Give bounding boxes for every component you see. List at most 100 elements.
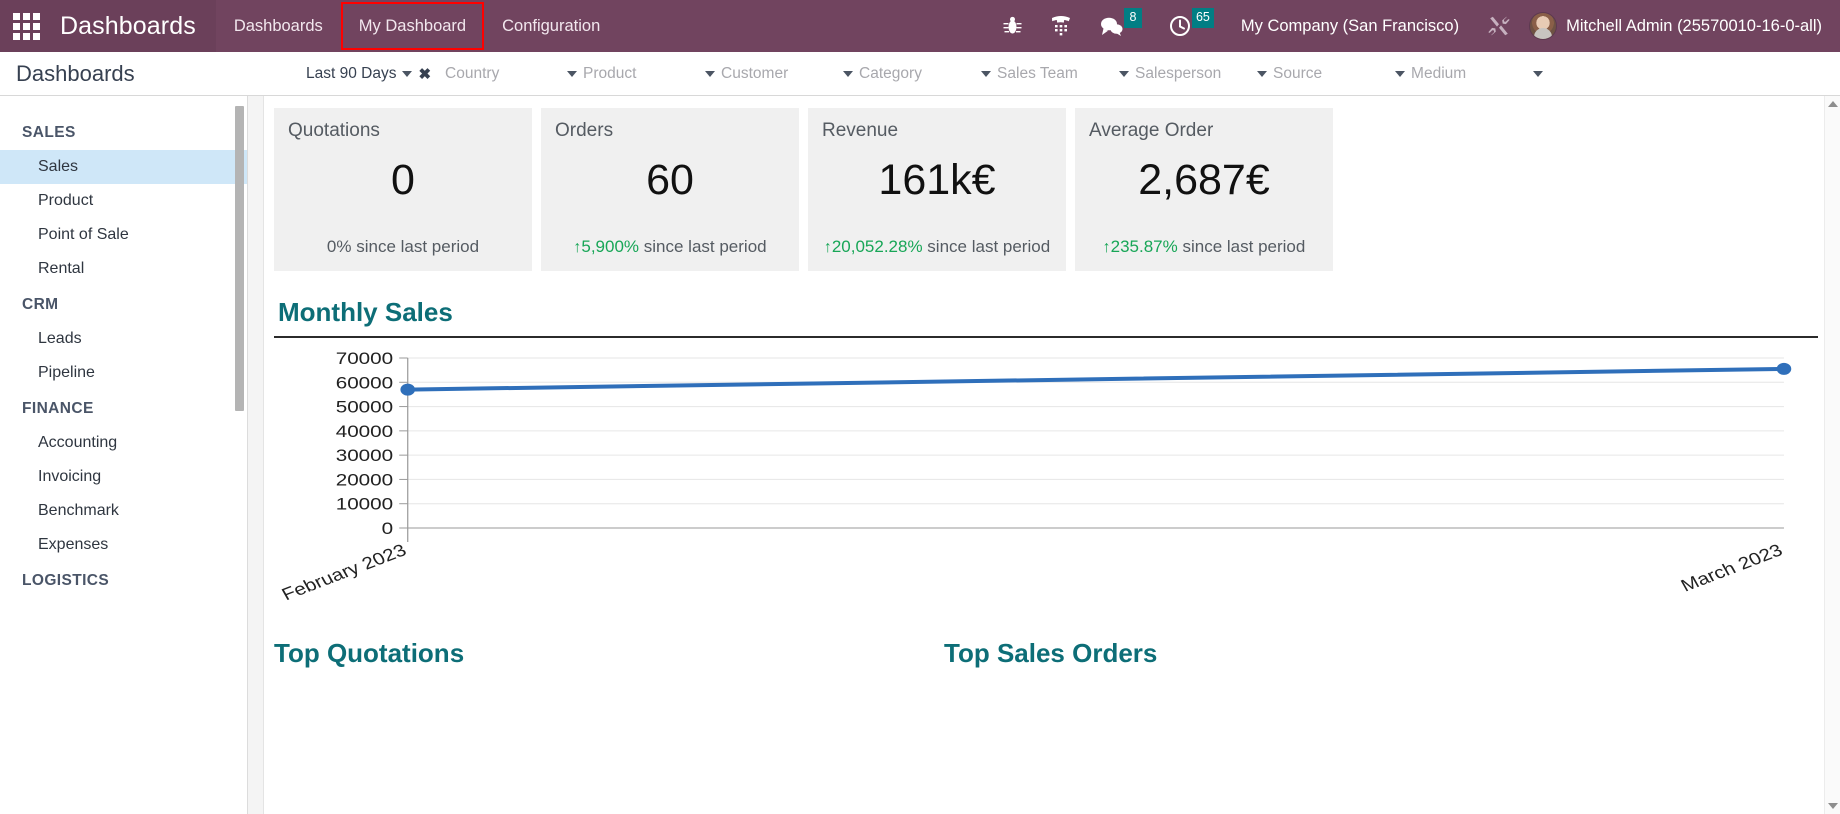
svg-text:40000: 40000 — [336, 422, 393, 441]
company-switcher[interactable]: My Company (San Francisco) — [1227, 0, 1473, 52]
kpi-delta: ↑235.87% since last period — [1089, 237, 1319, 257]
messages-icon[interactable]: 8 — [1086, 0, 1155, 52]
kpi-delta: ↑5,900% since last period — [555, 237, 785, 257]
sidebar-item-invoicing[interactable]: Invoicing — [0, 460, 247, 494]
filter-salesperson-label: Salesperson — [1135, 64, 1222, 82]
sidebar-item-expenses[interactable]: Expenses — [0, 528, 247, 562]
chevron-down-icon — [1257, 70, 1268, 77]
chevron-down-icon — [1533, 70, 1544, 77]
content-left-gutter — [248, 96, 264, 814]
menu-item-configuration[interactable]: Configuration — [484, 0, 618, 52]
chevron-down-icon — [843, 70, 854, 77]
sidebar-group-finance: FINANCE — [22, 400, 94, 417]
sidebar-item-rental[interactable]: Rental — [0, 252, 247, 286]
svg-text:March 2023: March 2023 — [1678, 541, 1787, 596]
filter-country-label: Country — [445, 64, 500, 82]
page-body: SALES Sales Product Point of Sale Rental… — [0, 96, 1840, 814]
scroll-down-icon[interactable] — [1828, 803, 1838, 809]
filter-salesperson[interactable]: Salesperson — [1135, 65, 1273, 83]
section-title-top-quotations: Top Quotations — [274, 638, 465, 668]
kpi-delta-value: 235.87% — [1110, 237, 1178, 256]
top-navbar: Dashboards Dashboards My Dashboard Confi… — [0, 0, 1840, 52]
kpi-delta-suffix: since last period — [1177, 237, 1306, 256]
kpi-title: Revenue — [822, 120, 899, 141]
filter-category[interactable]: Category — [859, 65, 997, 83]
kpi-card-orders[interactable]: Orders 60 ↑5,900% since last period — [541, 108, 799, 271]
chevron-down-icon — [705, 70, 716, 77]
filter-bar: Dashboards Last 90 Days ✖ Country Produc… — [0, 52, 1840, 96]
svg-text:20000: 20000 — [336, 471, 393, 490]
sidebar-item-pipeline[interactable]: Pipeline — [0, 356, 247, 390]
filter-medium[interactable]: Medium — [1411, 65, 1549, 83]
kpi-value: 161k€ — [878, 156, 996, 204]
messages-badge: 8 — [1123, 8, 1142, 28]
svg-text:0: 0 — [382, 520, 393, 539]
activities-clock-icon[interactable]: 65 — [1155, 0, 1227, 52]
activities-badge: 65 — [1191, 8, 1214, 28]
section-divider — [274, 336, 1818, 338]
arrow-up-icon: ↑ — [1102, 239, 1111, 256]
phone-dialpad-icon[interactable] — [1036, 0, 1086, 52]
kpi-value: 0 — [391, 156, 415, 204]
kpi-delta-suffix: since last period — [351, 237, 480, 256]
clear-filter-icon[interactable]: ✖ — [418, 65, 431, 83]
chevron-down-icon — [1395, 70, 1406, 77]
filter-customer-label: Customer — [721, 64, 789, 82]
filter-medium-label: Medium — [1411, 64, 1467, 82]
sidebar-item-product[interactable]: Product — [0, 184, 247, 218]
sidebar-group-crm: CRM — [22, 296, 59, 313]
filter-source-label: Source — [1273, 64, 1323, 82]
sidebar-item-leads[interactable]: Leads — [0, 322, 247, 356]
sidebar-group-sales: SALES — [22, 124, 76, 141]
arrow-up-icon: ↑ — [823, 239, 832, 256]
kpi-delta-suffix: since last period — [639, 237, 767, 256]
chevron-down-icon — [402, 70, 413, 77]
menu-item-dashboards[interactable]: Dashboards — [216, 0, 341, 52]
kpi-delta: 0% since last period — [288, 237, 518, 257]
filter-category-label: Category — [859, 64, 922, 82]
svg-text:10000: 10000 — [336, 495, 393, 514]
filter-sales-team[interactable]: Sales Team — [997, 65, 1135, 83]
wrench-tools-icon[interactable] — [1473, 0, 1525, 52]
svg-text:70000: 70000 — [336, 350, 393, 369]
filter-country[interactable]: Country — [445, 65, 583, 83]
grid-apps-icon — [12, 12, 40, 40]
sidebar: SALES Sales Product Point of Sale Rental… — [0, 96, 248, 814]
filter-product[interactable]: Product — [583, 65, 721, 83]
sidebar-item-benchmark[interactable]: Benchmark — [0, 494, 247, 528]
kpi-card-revenue[interactable]: Revenue 161k€ ↑20,052.28% since last per… — [808, 108, 1066, 271]
sidebar-group-logistics: LOGISTICS — [22, 572, 110, 589]
sidebar-scrollbar[interactable] — [235, 106, 244, 411]
kpi-delta-value: 0% — [326, 237, 352, 256]
page-title: Dashboards — [16, 60, 135, 86]
sidebar-item-sales[interactable]: Sales — [0, 150, 247, 184]
user-name-label: Mitchell Admin (25570010-16-0-all) — [1566, 16, 1822, 35]
kpi-value: 2,687€ — [1138, 156, 1270, 204]
bug-icon[interactable] — [989, 0, 1036, 52]
kpi-delta-suffix: since last period — [922, 237, 1051, 256]
brand-title[interactable]: Dashboards — [52, 0, 216, 52]
chevron-down-icon — [567, 70, 578, 77]
apps-menu-button[interactable] — [0, 0, 52, 52]
navbar-right-tools: 8 65 My Company (San Francisco) Mitchell… — [989, 0, 1840, 52]
user-menu[interactable]: Mitchell Admin (25570010-16-0-all) — [1525, 0, 1828, 52]
filter-customer[interactable]: Customer — [721, 65, 859, 83]
chart-svg: 0 10000 20000 30000 40000 50000 60000 70000 Febr… — [279, 350, 1792, 605]
section-title-top-sales-orders: Top Sales Orders — [944, 638, 1158, 668]
filter-date-range[interactable]: Last 90 Days ✖ — [306, 65, 431, 83]
sidebar-item-point-of-sale[interactable]: Point of Sale — [0, 218, 247, 252]
scroll-up-icon[interactable] — [1828, 101, 1838, 107]
menu-item-my-dashboard[interactable]: My Dashboard — [340, 0, 485, 52]
section-title-monthly-sales: Monthly Sales — [278, 297, 453, 327]
kpi-title: Average Order — [1089, 120, 1214, 141]
kpi-title: Quotations — [288, 120, 380, 141]
kpi-card-quotations[interactable]: Quotations 0 0% since last period — [274, 108, 532, 271]
kpi-card-average-order[interactable]: Average Order 2,687€ ↑235.87% since last… — [1075, 108, 1333, 271]
sidebar-item-accounting[interactable]: Accounting — [0, 426, 247, 460]
kpi-value: 60 — [646, 156, 694, 204]
content-scrollbar[interactable] — [1824, 96, 1840, 814]
filter-product-label: Product — [583, 64, 637, 82]
kpi-delta-value: 5,900% — [581, 237, 640, 256]
filter-source[interactable]: Source — [1273, 65, 1411, 83]
dashboard-content: Quotations 0 0% since last period Orders… — [248, 96, 1840, 814]
